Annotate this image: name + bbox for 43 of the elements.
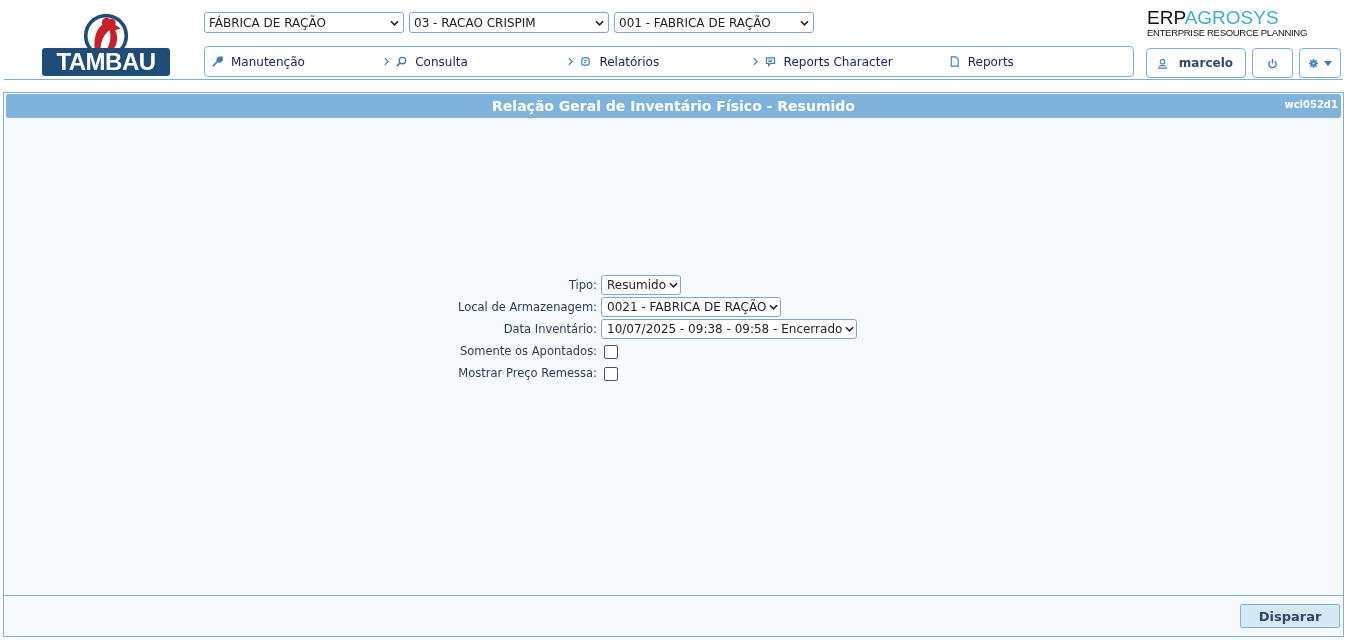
brand-tagline: ENTERPRISE RESOURCE PLANNING (1147, 27, 1307, 38)
settings-icon (1308, 57, 1319, 69)
chevron-down-icon (669, 282, 679, 288)
screen-code: wci052d1 (1284, 99, 1338, 110)
menu-item[interactable]: Manutenção (212, 54, 390, 69)
submit-button[interactable]: Disparar (1240, 604, 1340, 628)
user-icon (1157, 57, 1168, 69)
chevron-down-icon (800, 19, 809, 26)
field-label: Mostrar Preço Remessa: (457, 365, 598, 382)
caret-icon (1324, 60, 1332, 66)
menu-item[interactable]: Reports (948, 54, 1014, 69)
settings-button[interactable] (1299, 48, 1341, 78)
document-icon (948, 56, 960, 67)
user-button[interactable]: marcelo (1146, 48, 1246, 78)
chevron-down-icon (769, 304, 779, 310)
field-label: Tipo: (567, 277, 598, 294)
field-label: Data Inventário: (502, 321, 598, 338)
chat-icon (764, 56, 776, 67)
context-select[interactable]: 001 - FABRICA DE RAÇÃO (614, 12, 814, 33)
menu-item[interactable]: Relatórios (580, 54, 758, 69)
context-select[interactable]: FÁBRICA DE RAÇÃO (204, 12, 404, 33)
context-select[interactable]: 03 - RACAO CRISPIM (409, 12, 609, 33)
scroll-icon (580, 56, 592, 67)
select-field[interactable]: Resumido (601, 275, 682, 295)
chevron-down-icon (595, 19, 604, 26)
chevron-down-icon (390, 19, 399, 26)
field-label: Local de Armazenagem: (456, 299, 598, 316)
brand-name: ERPAGROSYS (1147, 9, 1279, 27)
logo-text: TAMBAU (42, 48, 170, 76)
select-field[interactable]: 10/07/2025 - 09:38 - 09:58 - Encerrado (601, 319, 858, 339)
chevron-right-icon (568, 57, 574, 66)
checkbox[interactable] (604, 344, 618, 359)
power-icon (1267, 57, 1278, 69)
chevron-right-icon (384, 57, 390, 66)
chevron-right-icon (752, 57, 758, 66)
field-label: Somente os Apontados: (458, 343, 598, 360)
search-icon (396, 56, 408, 67)
select-field[interactable]: 0021 - FABRICA DE RAÇÃO (601, 297, 782, 317)
chevron-down-icon (845, 326, 855, 332)
menu-item[interactable]: Consulta (396, 54, 574, 69)
panel-title: Relação Geral de Inventário Físico - Resumido (492, 98, 855, 114)
menu-item[interactable]: Reports Character (764, 54, 893, 69)
checkbox[interactable] (604, 366, 618, 381)
